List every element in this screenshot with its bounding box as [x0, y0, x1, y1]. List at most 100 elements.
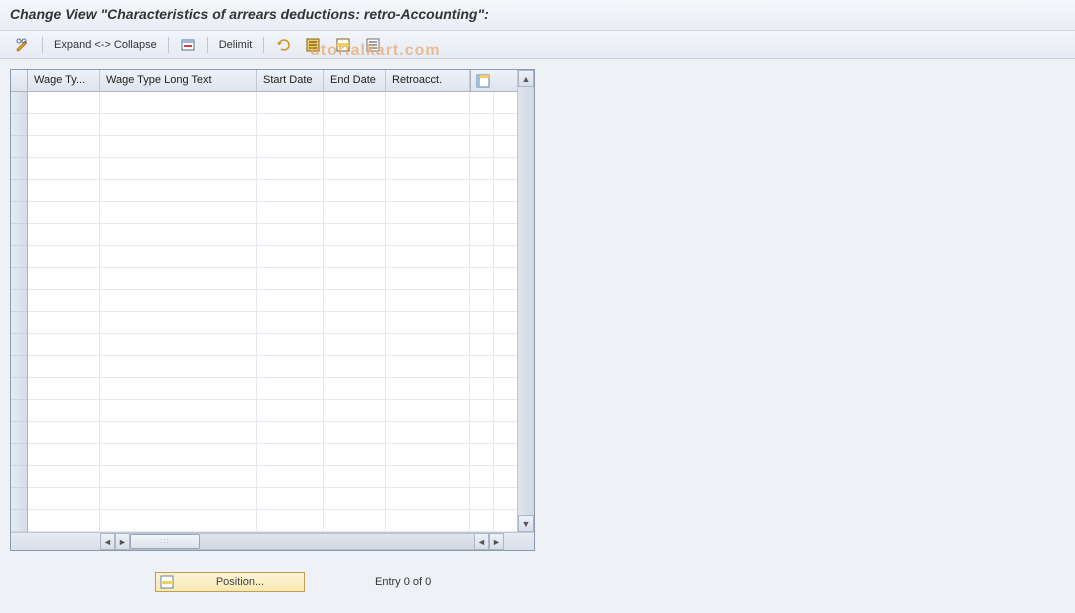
table-cell[interactable] — [100, 378, 257, 399]
table-cell[interactable] — [386, 180, 470, 201]
row-selector-header[interactable] — [11, 70, 27, 92]
table-cell[interactable] — [324, 224, 386, 245]
table-cell[interactable] — [100, 488, 257, 509]
table-cell[interactable] — [28, 290, 100, 311]
table-cell[interactable] — [28, 422, 100, 443]
table-cell[interactable] — [386, 400, 470, 421]
undo-button[interactable] — [270, 35, 296, 55]
table-cell[interactable] — [324, 378, 386, 399]
scroll-down-button[interactable]: ▼ — [518, 515, 534, 532]
table-cell[interactable] — [257, 400, 324, 421]
table-cell[interactable] — [386, 422, 470, 443]
table-cell[interactable] — [28, 378, 100, 399]
table-cell[interactable] — [324, 444, 386, 465]
position-button[interactable]: Position... — [155, 572, 305, 592]
deselect-button[interactable] — [360, 35, 386, 55]
table-cell[interactable] — [324, 92, 386, 113]
table-cell[interactable] — [100, 356, 257, 377]
table-cell[interactable] — [28, 158, 100, 179]
table-cell[interactable] — [386, 378, 470, 399]
table-cell[interactable] — [28, 400, 100, 421]
table-cell[interactable] — [28, 334, 100, 355]
delete-button[interactable] — [175, 35, 201, 55]
expand-collapse-button[interactable]: Expand <-> Collapse — [49, 35, 162, 55]
table-cell[interactable] — [28, 444, 100, 465]
table-cell[interactable] — [257, 180, 324, 201]
table-cell[interactable] — [324, 422, 386, 443]
row-selector[interactable] — [11, 290, 27, 312]
vertical-scrollbar[interactable]: ▲ ▼ — [517, 70, 534, 532]
table-cell[interactable] — [386, 92, 470, 113]
table-cell[interactable] — [28, 92, 100, 113]
table-settings-button[interactable] — [470, 70, 494, 91]
row-selector[interactable] — [11, 510, 27, 532]
table-cell[interactable] — [324, 466, 386, 487]
table-cell[interactable] — [28, 246, 100, 267]
table-cell[interactable] — [100, 114, 257, 135]
table-cell[interactable] — [28, 114, 100, 135]
scroll-right-button[interactable]: ► — [489, 533, 504, 550]
table-cell[interactable] — [324, 356, 386, 377]
table-cell[interactable] — [257, 246, 324, 267]
table-cell[interactable] — [324, 334, 386, 355]
table-cell[interactable] — [100, 334, 257, 355]
table-cell[interactable] — [257, 92, 324, 113]
table-cell[interactable] — [257, 114, 324, 135]
table-cell[interactable] — [386, 444, 470, 465]
row-selector[interactable] — [11, 334, 27, 356]
table-cell[interactable] — [257, 488, 324, 509]
table-cell[interactable] — [257, 334, 324, 355]
table-cell[interactable] — [257, 378, 324, 399]
table-cell[interactable] — [100, 246, 257, 267]
row-selector[interactable] — [11, 202, 27, 224]
column-header-long-text[interactable]: Wage Type Long Text — [100, 70, 257, 91]
table-cell[interactable] — [257, 136, 324, 157]
column-header-end-date[interactable]: End Date — [324, 70, 386, 91]
table-cell[interactable] — [324, 202, 386, 223]
table-cell[interactable] — [100, 224, 257, 245]
row-selector[interactable] — [11, 312, 27, 334]
table-cell[interactable] — [324, 180, 386, 201]
table-cell[interactable] — [324, 312, 386, 333]
table-cell[interactable] — [324, 400, 386, 421]
table-cell[interactable] — [324, 158, 386, 179]
row-selector[interactable] — [11, 444, 27, 466]
table-cell[interactable] — [386, 356, 470, 377]
table-cell[interactable] — [386, 136, 470, 157]
table-cell[interactable] — [324, 246, 386, 267]
table-cell[interactable] — [257, 510, 324, 531]
hscroll-track[interactable]: ::: — [130, 533, 474, 550]
table-cell[interactable] — [324, 488, 386, 509]
row-selector[interactable] — [11, 180, 27, 202]
table-cell[interactable] — [386, 114, 470, 135]
table-cell[interactable] — [324, 510, 386, 531]
row-selector[interactable] — [11, 356, 27, 378]
table-cell[interactable] — [100, 400, 257, 421]
row-selector[interactable] — [11, 158, 27, 180]
table-cell[interactable] — [100, 290, 257, 311]
row-selector[interactable] — [11, 466, 27, 488]
row-selector[interactable] — [11, 114, 27, 136]
table-cell[interactable] — [324, 136, 386, 157]
table-cell[interactable] — [386, 466, 470, 487]
column-header-start-date[interactable]: Start Date — [257, 70, 324, 91]
table-cell[interactable] — [100, 92, 257, 113]
table-cell[interactable] — [257, 444, 324, 465]
deselect-all-button[interactable] — [330, 35, 356, 55]
table-cell[interactable] — [386, 202, 470, 223]
table-cell[interactable] — [100, 466, 257, 487]
table-cell[interactable] — [257, 422, 324, 443]
row-selector[interactable] — [11, 400, 27, 422]
table-cell[interactable] — [257, 202, 324, 223]
table-cell[interactable] — [100, 180, 257, 201]
vscroll-track[interactable] — [518, 87, 534, 515]
toggle-display-change-button[interactable] — [10, 35, 36, 55]
table-cell[interactable] — [100, 136, 257, 157]
row-selector[interactable] — [11, 268, 27, 290]
table-cell[interactable] — [28, 466, 100, 487]
table-cell[interactable] — [257, 290, 324, 311]
table-cell[interactable] — [28, 180, 100, 201]
table-cell[interactable] — [100, 422, 257, 443]
table-cell[interactable] — [386, 268, 470, 289]
table-cell[interactable] — [386, 510, 470, 531]
